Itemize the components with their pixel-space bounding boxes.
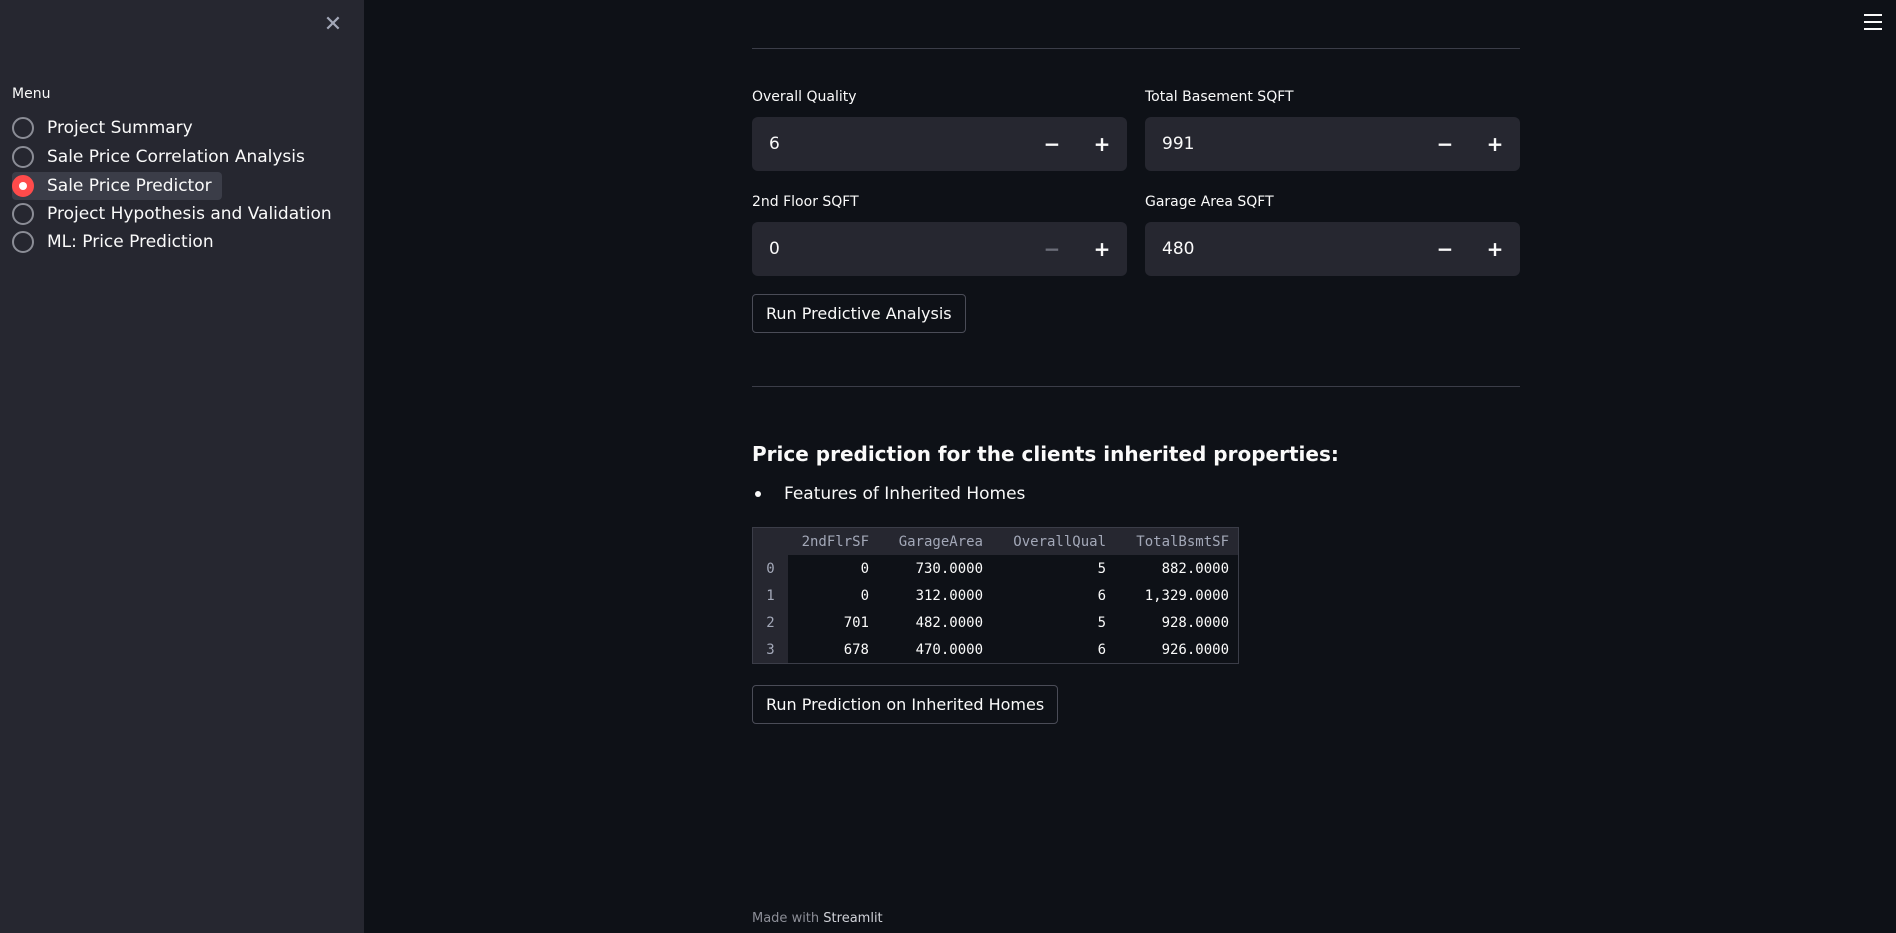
menu-item-price-predictor[interactable]: Sale Price Predictor: [12, 172, 222, 200]
bullet-text: Features of Inherited Homes: [784, 484, 1026, 504]
decrement-button[interactable]: −: [1420, 117, 1470, 171]
table-cell: 0: [788, 555, 878, 582]
row-index: 1: [753, 582, 788, 609]
row-index: 0: [753, 555, 788, 582]
table-header[interactable]: OverallQual: [992, 528, 1115, 555]
table-cell: 0: [788, 582, 878, 609]
table-row: 1 0 312.0000 6 1,329.0000: [753, 582, 1238, 609]
menu-item-label: Project Hypothesis and Validation: [47, 204, 332, 224]
table-row: 3 678 470.0000 6 926.0000: [753, 636, 1238, 663]
radio-icon: [12, 231, 34, 253]
total-basement-value[interactable]: 991: [1145, 134, 1420, 154]
overall-quality-value[interactable]: 6: [752, 134, 1027, 154]
footer: Made with Streamlit: [752, 911, 883, 926]
menu-item-label: Sale Price Predictor: [47, 176, 212, 196]
table-row: 2 701 482.0000 5 928.0000: [753, 609, 1238, 636]
run-inherited-prediction-button[interactable]: Run Prediction on Inherited Homes: [752, 685, 1059, 724]
table-cell: 6: [992, 582, 1115, 609]
table-cell: 882.0000: [1115, 555, 1238, 582]
menu-radio-group: Project Summary Sale Price Correlation A…: [12, 114, 342, 256]
run-predictive-analysis-button[interactable]: Run Predictive Analysis: [752, 294, 966, 333]
table-cell: 482.0000: [878, 609, 992, 636]
streamlit-link[interactable]: Streamlit: [823, 911, 882, 926]
second-floor-value[interactable]: 0: [752, 239, 1027, 259]
close-icon[interactable]: ✕: [321, 10, 345, 38]
overall-quality-input: 6 − +: [752, 117, 1127, 171]
second-floor-label: 2nd Floor SQFT: [752, 194, 859, 210]
hamburger-icon[interactable]: [1864, 14, 1882, 30]
menu-item-label: Project Summary: [47, 118, 193, 138]
divider: [752, 386, 1520, 387]
inherited-homes-table[interactable]: 2ndFlrSF GarageArea OverallQual TotalBsm…: [752, 527, 1239, 664]
table-header[interactable]: 2ndFlrSF: [788, 528, 878, 555]
table-cell: 470.0000: [878, 636, 992, 663]
table-cell: 1,329.0000: [1115, 582, 1238, 609]
table-cell: 5: [992, 609, 1115, 636]
section-heading: Price prediction for the clients inherit…: [752, 442, 1339, 466]
table-cell: 312.0000: [878, 582, 992, 609]
radio-icon: [12, 146, 34, 168]
table-cell: 926.0000: [1115, 636, 1238, 663]
table-cell: 928.0000: [1115, 609, 1238, 636]
decrement-button[interactable]: −: [1420, 222, 1470, 276]
table-header[interactable]: GarageArea: [878, 528, 992, 555]
table-cell: 701: [788, 609, 878, 636]
menu-item-label: ML: Price Prediction: [47, 232, 214, 252]
overall-quality-label: Overall Quality: [752, 89, 857, 105]
table-cell: 5: [992, 555, 1115, 582]
garage-area-value[interactable]: 480: [1145, 239, 1420, 259]
radio-icon: [12, 203, 34, 225]
menu-item-correlation-analysis[interactable]: Sale Price Correlation Analysis: [12, 143, 315, 171]
increment-button[interactable]: +: [1077, 222, 1127, 276]
increment-button[interactable]: +: [1077, 117, 1127, 171]
second-floor-input: 0 − +: [752, 222, 1127, 276]
footer-prefix: Made with: [752, 911, 820, 926]
decrement-button[interactable]: −: [1027, 117, 1077, 171]
table-header[interactable]: TotalBsmtSF: [1115, 528, 1238, 555]
table-cell: 730.0000: [878, 555, 992, 582]
total-basement-input: 991 − +: [1145, 117, 1520, 171]
row-index: 3: [753, 636, 788, 663]
table-header-row: 2ndFlrSF GarageArea OverallQual TotalBsm…: [753, 528, 1238, 555]
menu-item-label: Sale Price Correlation Analysis: [47, 147, 305, 167]
garage-area-label: Garage Area SQFT: [1145, 194, 1274, 210]
row-index: 2: [753, 609, 788, 636]
bullet-icon: [755, 491, 761, 497]
menu-item-ml-price-prediction[interactable]: ML: Price Prediction: [12, 228, 224, 256]
table-cell: 6: [992, 636, 1115, 663]
radio-selected-icon: [12, 175, 34, 197]
sidebar: ✕ Menu Project Summary Sale Price Correl…: [0, 0, 364, 933]
garage-area-input: 480 − +: [1145, 222, 1520, 276]
increment-button[interactable]: +: [1470, 222, 1520, 276]
menu-label: Menu: [12, 86, 51, 102]
increment-button[interactable]: +: [1470, 117, 1520, 171]
table-cell: 678: [788, 636, 878, 663]
total-basement-label: Total Basement SQFT: [1145, 89, 1294, 105]
menu-item-project-summary[interactable]: Project Summary: [12, 114, 203, 142]
radio-icon: [12, 117, 34, 139]
menu-item-hypothesis-validation[interactable]: Project Hypothesis and Validation: [12, 200, 342, 228]
table-header-index: [753, 528, 788, 555]
decrement-button[interactable]: −: [1027, 222, 1077, 276]
bullet-item: Features of Inherited Homes: [752, 484, 1025, 504]
table-row: 0 0 730.0000 5 882.0000: [753, 555, 1238, 582]
divider: [752, 48, 1520, 49]
